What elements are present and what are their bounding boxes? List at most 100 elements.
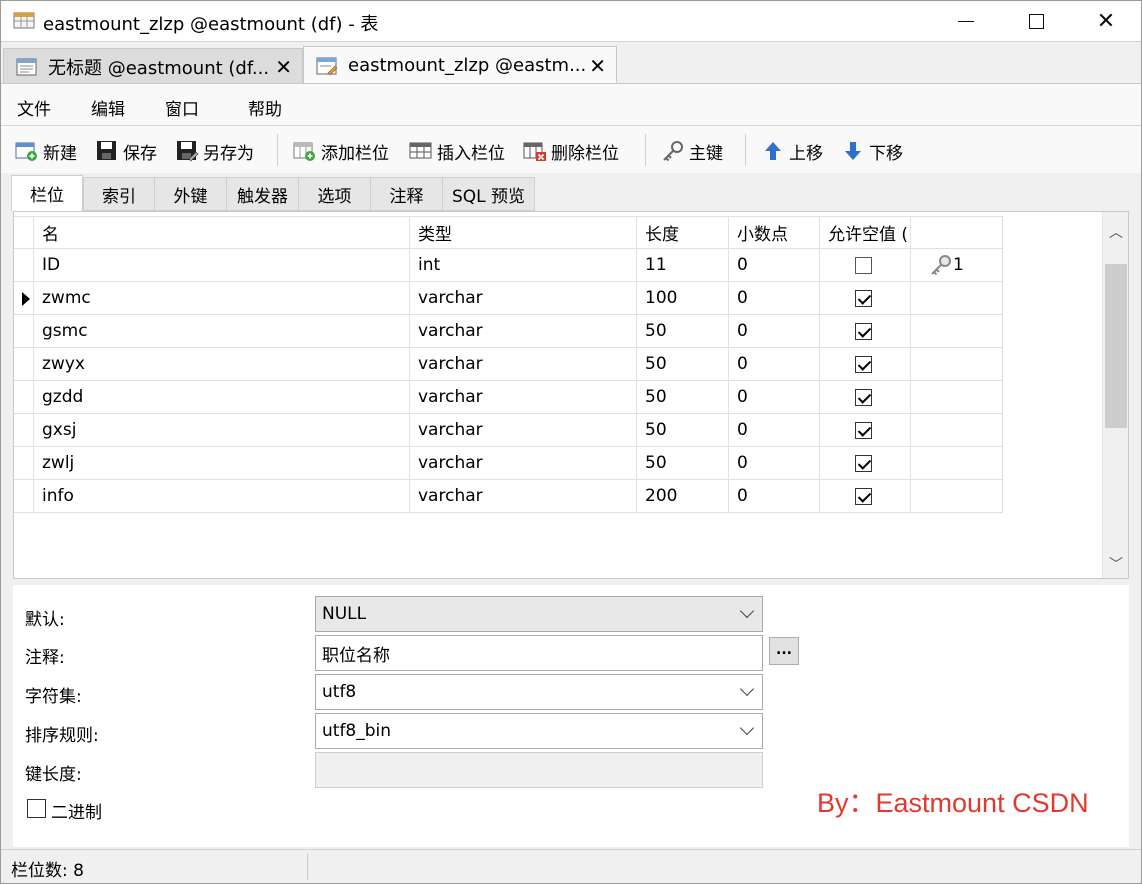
row-selector[interactable] (14, 249, 34, 282)
close-tab-icon[interactable]: ✕ (589, 54, 606, 78)
nullable-checkbox[interactable] (855, 289, 872, 307)
close-window-button[interactable]: ✕ (1071, 1, 1141, 41)
tab-indexes[interactable]: 索引 (83, 177, 155, 211)
row-selector[interactable] (14, 381, 34, 414)
tab-fields[interactable]: 栏位 (11, 175, 83, 211)
nullable-cell[interactable] (820, 282, 911, 315)
charset-select[interactable]: utf8 (315, 674, 763, 710)
move-up-button[interactable]: 上移 (761, 138, 823, 164)
nullable-checkbox[interactable] (855, 388, 872, 406)
row-selector[interactable] (14, 447, 34, 480)
column-header[interactable]: 类型 (410, 216, 637, 249)
column-header[interactable]: 长度 (637, 216, 729, 249)
grid-vertical-scrollbar[interactable]: ︿ ﹀ (1102, 212, 1128, 578)
name-cell[interactable]: ID (34, 249, 410, 282)
tab-comments[interactable]: 注释 (371, 177, 443, 211)
row-selector[interactable] (14, 414, 34, 447)
decimals-cell[interactable]: 0 (729, 480, 820, 513)
length-cell[interactable]: 50 (637, 315, 729, 348)
tab-sql-preview[interactable]: SQL 预览 (443, 177, 535, 211)
row-selector[interactable] (14, 315, 34, 348)
type-cell[interactable]: varchar (410, 414, 637, 447)
tab-options[interactable]: 选项 (299, 177, 371, 211)
name-cell[interactable]: gzdd (34, 381, 410, 414)
column-header[interactable]: 名 (34, 216, 410, 249)
decimals-cell[interactable]: 0 (729, 348, 820, 381)
name-cell[interactable]: gsmc (34, 315, 410, 348)
nullable-cell[interactable] (820, 381, 911, 414)
decimals-cell[interactable]: 0 (729, 447, 820, 480)
nullable-cell[interactable] (820, 414, 911, 447)
length-cell[interactable]: 50 (637, 447, 729, 480)
nullable-cell[interactable] (820, 348, 911, 381)
type-cell[interactable]: varchar (410, 447, 637, 480)
scroll-up-icon[interactable]: ︿ (1103, 218, 1129, 246)
binary-checkbox[interactable] (27, 799, 46, 818)
name-cell[interactable]: zwyx (34, 348, 410, 381)
length-cell[interactable]: 50 (637, 381, 729, 414)
name-cell[interactable]: zwlj (34, 447, 410, 480)
key-cell[interactable]: 1 (911, 249, 1003, 282)
tab-triggers[interactable]: 触发器 (227, 177, 299, 211)
key-cell[interactable] (911, 282, 1003, 315)
type-cell[interactable]: varchar (410, 315, 637, 348)
type-cell[interactable]: int (410, 249, 637, 282)
nullable-cell[interactable] (820, 480, 911, 513)
name-cell[interactable]: gxsj (34, 414, 410, 447)
nullable-cell[interactable] (820, 249, 911, 282)
menu-edit[interactable]: 编辑 (91, 95, 125, 120)
type-cell[interactable]: varchar (410, 480, 637, 513)
key-cell[interactable] (911, 315, 1003, 348)
nullable-cell[interactable] (820, 315, 911, 348)
scroll-thumb[interactable] (1105, 264, 1127, 428)
column-header[interactable] (911, 216, 1003, 249)
menu-help[interactable]: 帮助 (248, 95, 282, 120)
decimals-cell[interactable]: 0 (729, 414, 820, 447)
column-header[interactable]: 小数点 (729, 216, 820, 249)
minimize-button[interactable] (931, 1, 1001, 41)
comment-input[interactable]: 职位名称 (315, 635, 763, 671)
row-selector[interactable] (14, 282, 34, 315)
nullable-checkbox[interactable] (855, 421, 872, 439)
type-cell[interactable]: varchar (410, 348, 637, 381)
menu-window[interactable]: 窗口 (165, 95, 199, 120)
fields-grid[interactable]: 名类型 长度 小数点 允许空值 (ID int 11 0 1 zwmc varchar 100 0 gs… (13, 211, 1129, 579)
nullable-cell[interactable] (820, 447, 911, 480)
nullable-checkbox[interactable] (855, 487, 872, 505)
key-cell[interactable] (911, 348, 1003, 381)
name-cell[interactable]: info (34, 480, 410, 513)
doc-tab-table[interactable]: eastmount_zlzp @eastm... ✕ (303, 46, 617, 84)
column-header[interactable]: 允许空值 ( (820, 216, 911, 249)
save-as-button[interactable]: 另存为 (175, 138, 254, 164)
decimals-cell[interactable]: 0 (729, 381, 820, 414)
close-tab-icon[interactable]: ✕ (275, 55, 292, 79)
new-button[interactable]: 新建 (15, 138, 77, 164)
key-cell[interactable] (911, 480, 1003, 513)
type-cell[interactable]: varchar (410, 381, 637, 414)
key-cell[interactable] (911, 381, 1003, 414)
nullable-checkbox[interactable] (855, 454, 872, 472)
collation-select[interactable]: utf8_bin (315, 713, 763, 749)
length-cell[interactable]: 50 (637, 348, 729, 381)
length-cell[interactable]: 11 (637, 249, 729, 282)
row-selector[interactable] (14, 480, 34, 513)
key-cell[interactable] (911, 414, 1003, 447)
primary-key-button[interactable]: 主键 (661, 138, 723, 164)
maximize-button[interactable] (1001, 1, 1071, 41)
delete-field-button[interactable]: 删除栏位 (523, 138, 619, 164)
nullable-checkbox[interactable] (855, 256, 872, 274)
insert-field-button[interactable]: 插入栏位 (409, 138, 505, 164)
decimals-cell[interactable]: 0 (729, 282, 820, 315)
scroll-down-icon[interactable]: ﹀ (1103, 550, 1129, 578)
nullable-checkbox[interactable] (855, 322, 872, 340)
move-down-button[interactable]: 下移 (841, 138, 903, 164)
length-cell[interactable]: 200 (637, 480, 729, 513)
tab-foreign-keys[interactable]: 外键 (155, 177, 227, 211)
type-cell[interactable]: varchar (410, 282, 637, 315)
menu-file[interactable]: 文件 (17, 95, 51, 120)
length-cell[interactable]: 100 (637, 282, 729, 315)
length-cell[interactable]: 50 (637, 414, 729, 447)
row-selector[interactable] (14, 348, 34, 381)
name-cell[interactable]: zwmc (34, 282, 410, 315)
decimals-cell[interactable]: 0 (729, 315, 820, 348)
